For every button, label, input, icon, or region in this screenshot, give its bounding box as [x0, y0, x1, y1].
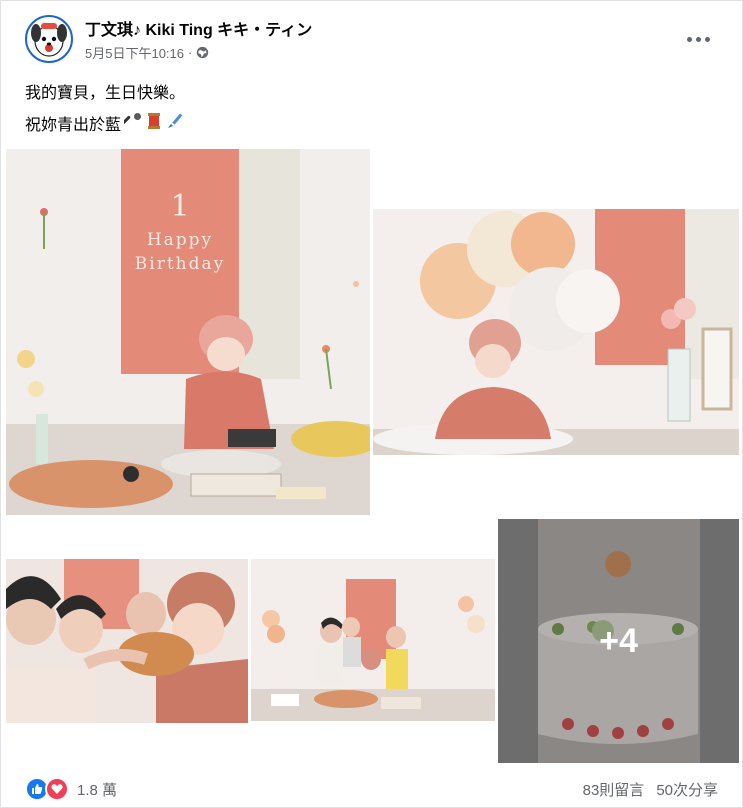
- caption-line-2: 祝妳青出於藍: [25, 111, 184, 135]
- caption-line-1: 我的寶貝，生日快樂。: [25, 85, 186, 102]
- banner-line-1: Happy: [146, 230, 214, 250]
- birthday-banner: 1 Happy Birthday: [121, 189, 239, 274]
- more-photos-count: +4: [599, 621, 638, 660]
- post-meta: 5月5日下午10:16 ·: [85, 43, 209, 62]
- photo-3[interactable]: [6, 519, 248, 763]
- banner-number: 1: [170, 189, 190, 224]
- more-options-button[interactable]: [682, 27, 714, 51]
- banner-line-2: Birthday: [134, 254, 226, 274]
- post-stats: 83則留言 50次分享: [583, 779, 718, 800]
- comments-count[interactable]: 83則留言: [583, 779, 645, 800]
- author-avatar[interactable]: [25, 15, 73, 63]
- caption-text: 祝妳青出於藍: [25, 117, 122, 134]
- photo-5-more[interactable]: +4: [498, 519, 739, 763]
- reactions-summary[interactable]: 1.8 萬: [25, 777, 117, 801]
- reactions-count[interactable]: 1.8 萬: [77, 779, 117, 800]
- author-name[interactable]: 丁文琪♪ Kiki Ting キキ・ティン: [85, 16, 312, 40]
- photo-2[interactable]: [373, 149, 739, 515]
- post-footer: 1.8 萬 83則留言 50次分享: [25, 771, 718, 807]
- post-timestamp[interactable]: 5月5日下午10:16: [85, 43, 184, 62]
- thread-spool-emoji: [145, 112, 163, 135]
- shares-count[interactable]: 50次分享: [656, 779, 718, 800]
- post-card: 丁文琪♪ Kiki Ting キキ・ティン 5月5日下午10:16 · 我的寶貝…: [0, 0, 743, 808]
- photo-1[interactable]: 1 Happy Birthday: [6, 149, 370, 515]
- dot-icon: [695, 36, 701, 42]
- dot-icon: [704, 36, 710, 42]
- photo-4[interactable]: [251, 519, 495, 763]
- meta-separator: ·: [188, 45, 193, 60]
- microphone-emoji: [122, 112, 142, 135]
- paintbrush-emoji: [166, 112, 184, 135]
- love-reaction-icon: [45, 777, 69, 801]
- dot-icon: [686, 36, 692, 42]
- globe-icon[interactable]: [196, 46, 209, 59]
- dog-face-icon: [31, 23, 67, 57]
